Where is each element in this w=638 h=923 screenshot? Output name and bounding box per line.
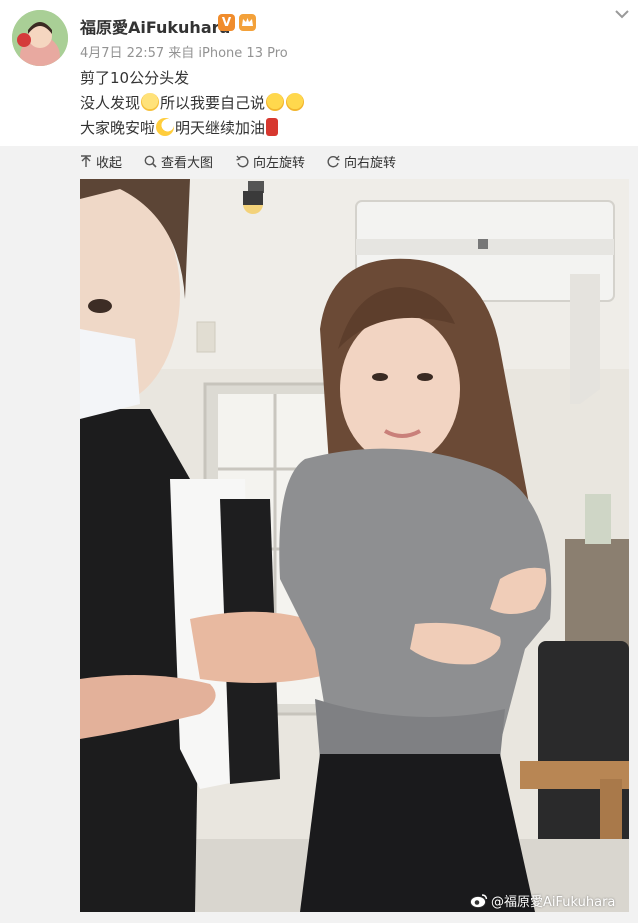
crown-icon — [239, 14, 256, 31]
fuel-emoji-icon — [266, 118, 279, 136]
post-photo[interactable] — [80, 179, 629, 912]
view-large-button[interactable]: 查看大图 — [144, 152, 213, 171]
weibo-icon — [470, 894, 488, 908]
photo-illustration — [80, 179, 629, 912]
post-text-line-2: 没人发现 所以我要自己说 — [80, 92, 305, 113]
moon-emoji-icon — [156, 118, 175, 136]
rotate-right-label: 向右旋转 — [344, 156, 397, 171]
weibo-post: 福原愛AiFukuhara V 4月7日 22:57 来自 iPhone 13 … — [0, 0, 638, 923]
collapse-icon — [81, 155, 91, 167]
rotate-left-label: 向左旋转 — [253, 156, 306, 171]
post-text: 没人发现 — [80, 94, 141, 112]
collapse-label: 收起 — [96, 156, 123, 171]
photo-watermark: @福原愛AiFukuhara — [470, 891, 615, 910]
rotate-left-icon — [236, 155, 249, 168]
post-text-line-3: 大家晚安啦 明天继续加油 — [80, 117, 279, 138]
post-text: 大家晚安啦 — [80, 119, 156, 137]
laughing-emoji-icon — [286, 93, 305, 111]
rotate-right-button[interactable]: 向右旋转 — [327, 152, 396, 171]
collapse-button[interactable]: 收起 — [80, 152, 122, 171]
avatar-image — [12, 10, 68, 66]
post-text: 明天继续加油 — [175, 119, 266, 137]
verified-icon: V — [218, 14, 235, 31]
rotate-right-icon — [327, 155, 340, 168]
rotate-left-button[interactable]: 向左旋转 — [236, 152, 305, 171]
watermark-text: @福原愛AiFukuhara — [491, 895, 616, 910]
view-large-label: 查看大图 — [161, 156, 214, 171]
smile-emoji-icon — [141, 93, 160, 111]
post-meta: 4月7日 22:57 来自 iPhone 13 Pro — [80, 46, 288, 61]
post-text-line-1: 剪了10公分头发 — [80, 67, 189, 88]
post-text: 所以我要自己说 — [160, 94, 266, 112]
chevron-down-icon[interactable] — [612, 6, 632, 22]
avatar[interactable] — [12, 10, 68, 66]
magnify-icon — [144, 155, 157, 168]
username[interactable]: 福原愛AiFukuhara — [80, 14, 230, 38]
post-text: 剪了10公分头发 — [80, 69, 190, 87]
crying-emoji-icon — [266, 93, 285, 111]
